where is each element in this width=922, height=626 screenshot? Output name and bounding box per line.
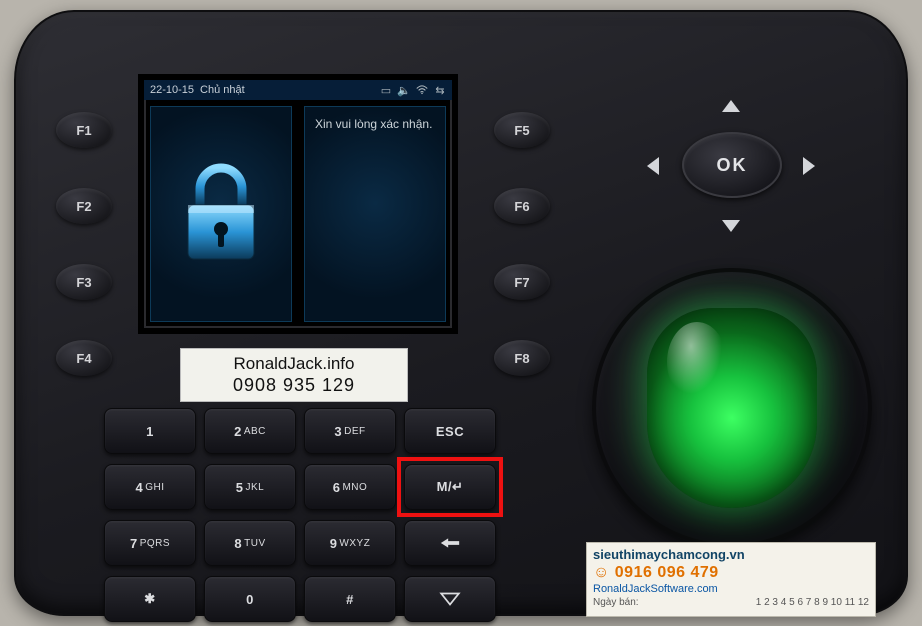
arrow-down-icon [720, 218, 742, 234]
f1-button[interactable]: F1 [56, 112, 112, 148]
key-7[interactable]: 7PQRS [104, 520, 196, 566]
lcd-screen: 22-10-15 Chủ nhật ▭ 🔈 ⇆ [138, 74, 458, 334]
navigation-pad: OK [606, 86, 856, 246]
time-attendance-terminal: F1 F2 F3 F4 F5 F6 F7 F8 22-10-15 Chủ nhậ… [14, 10, 908, 616]
key-backspace[interactable] [404, 520, 496, 566]
vendor-label: RonaldJack.info 0908 935 129 [180, 348, 408, 402]
lock-icon [176, 159, 266, 269]
function-keys-left: F1 F2 F3 F4 [56, 112, 112, 376]
months-row: 1 2 3 4 5 6 7 8 9 10 11 12 [756, 597, 869, 610]
key-8[interactable]: 8TUV [204, 520, 296, 566]
status-date: 22-10-15 [150, 84, 194, 96]
key-3[interactable]: 3DEF [304, 408, 396, 454]
key-star[interactable]: ✱ [104, 576, 196, 622]
f6-button[interactable]: F6 [494, 188, 550, 224]
warranty-site: sieuthimaychamcong.vn [593, 547, 869, 563]
arrow-right-icon [801, 155, 817, 177]
warranty-software: RonaldJackSoftware.com [593, 583, 869, 597]
network-icon: ⇆ [434, 84, 446, 96]
status-bar: 22-10-15 Chủ nhật ▭ 🔈 ⇆ [144, 80, 452, 100]
confirm-message: Xin vui lòng xác nhận. [315, 117, 432, 131]
status-day: Chủ nhật [200, 84, 245, 96]
key-4[interactable]: 4GHI [104, 464, 196, 510]
key-5[interactable]: 5JKL [204, 464, 296, 510]
nav-down-button[interactable] [704, 206, 758, 246]
triangle-down-icon [439, 588, 461, 610]
key-6[interactable]: 6MNO [304, 464, 396, 510]
vendor-site: RonaldJack.info [187, 353, 401, 374]
fingerprint-sensor[interactable] [647, 308, 817, 508]
key-1[interactable]: 1 [104, 408, 196, 454]
f2-button[interactable]: F2 [56, 188, 112, 224]
f4-button[interactable]: F4 [56, 340, 112, 376]
sound-icon: 🔈 [398, 84, 410, 96]
function-keys-right: F5 F6 F7 F8 [494, 112, 550, 376]
arrow-left-icon [439, 532, 461, 554]
f3-button[interactable]: F3 [56, 264, 112, 300]
sold-date-label: Ngày bán: [593, 597, 639, 610]
key-2[interactable]: 2ABC [204, 408, 296, 454]
ok-button[interactable]: OK [682, 132, 782, 198]
arrow-up-icon [720, 98, 742, 114]
key-9[interactable]: 9WXYZ [304, 520, 396, 566]
message-panel: Xin vui lòng xác nhận. [304, 106, 446, 322]
warranty-label: sieuthimaychamcong.vn ☺ 0916 096 479 Ron… [586, 542, 876, 617]
nav-right-button[interactable] [782, 146, 836, 186]
fingerprint-bezel [592, 268, 872, 548]
nav-up-button[interactable] [704, 86, 758, 126]
f7-button[interactable]: F7 [494, 264, 550, 300]
vendor-phone: 0908 935 129 [187, 374, 401, 397]
key-0[interactable]: 0 [204, 576, 296, 622]
key-down[interactable] [404, 576, 496, 622]
arrow-left-icon [645, 155, 661, 177]
card-icon: ▭ [380, 84, 392, 96]
numeric-keypad: 1 2ABC 3DEF ESC 4GHI 5JKL 6MNO M/↵ 7PQRS… [104, 408, 496, 622]
key-menu[interactable]: M/↵ [404, 464, 496, 510]
key-hash[interactable]: # [304, 576, 396, 622]
f8-button[interactable]: F8 [494, 340, 550, 376]
key-esc[interactable]: ESC [404, 408, 496, 454]
f5-button[interactable]: F5 [494, 112, 550, 148]
warranty-phone: ☺ 0916 096 479 [593, 563, 869, 583]
wifi-icon [416, 84, 428, 96]
nav-left-button[interactable] [626, 146, 680, 186]
lock-panel [150, 106, 292, 322]
